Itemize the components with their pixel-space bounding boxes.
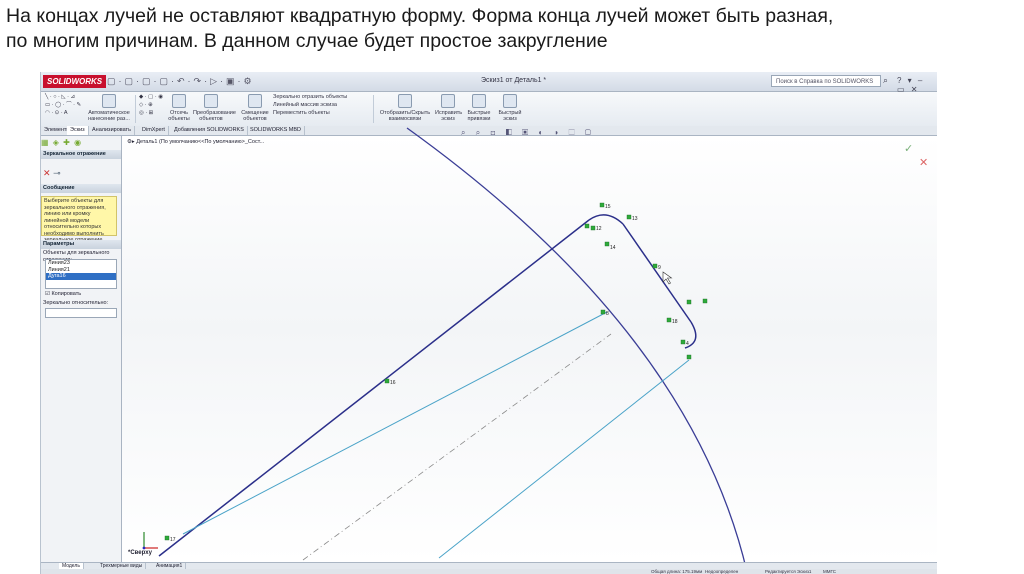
point [652,263,658,269]
point-label: 12 [596,226,602,232]
fillet-arc [588,214,624,225]
large-arc [406,127,748,573]
end-line [622,223,692,323]
point [584,223,590,229]
point-labels: 15 13 12 14 9 8 18 4 16 17 [170,204,689,543]
point-label: 8 [606,311,609,317]
point-label: 15 [605,204,611,210]
view-triad [142,532,158,550]
point-label: 14 [610,245,616,251]
point [590,225,596,231]
point [680,339,686,345]
point [686,354,692,360]
caption-line-2: по многим причинам. В данном случае буде… [6,30,608,52]
point-label: 18 [672,319,678,325]
cancel-corner-icon[interactable]: ✕ [919,156,928,169]
point-label: 16 [390,380,396,386]
point [686,299,692,305]
slide-caption: На концах лучей не оставляют квадратную … [6,4,1016,54]
solidworks-window: SOLIDWORKS ▢·▢·▢·▢·↶·↷·▷·▣·⚙ Эскиз1 от Д… [40,72,937,574]
confirm-icon[interactable]: ✓ [904,142,913,155]
point-label: 4 [686,341,689,347]
sketch-geometry: 15 13 12 14 9 8 18 4 16 17 [142,127,748,573]
feature-tree-root[interactable]: ⚙▸ Деталь1 (По умолчанию<<По умолчанию>_… [127,139,264,145]
status-units[interactable]: ММГС [823,569,836,574]
status-length: Общая длина: 175.19мм [651,569,703,574]
construction-line-2 [438,359,690,559]
point-label: 17 [170,537,176,543]
view-orientation-label: *Сверху [128,550,152,556]
point [702,298,708,304]
point [599,202,605,208]
sketch-line [158,219,590,557]
status-defined: Недоопределен [705,569,739,574]
status-bar: Общая длина: 175.19мм Недоопределен Реда… [41,569,937,574]
point [626,214,632,220]
sketch-points [164,202,708,541]
construction-line-1 [182,311,608,535]
point [164,535,170,541]
caption-line-1: На концах лучей не оставляют квадратную … [6,5,834,27]
status-editing: Редактируется Эскиз1 [765,569,812,574]
point [384,378,390,384]
point [666,317,672,323]
point-label: 9 [658,265,661,271]
point-label: 13 [632,216,638,222]
point [604,241,610,247]
point [600,309,606,315]
